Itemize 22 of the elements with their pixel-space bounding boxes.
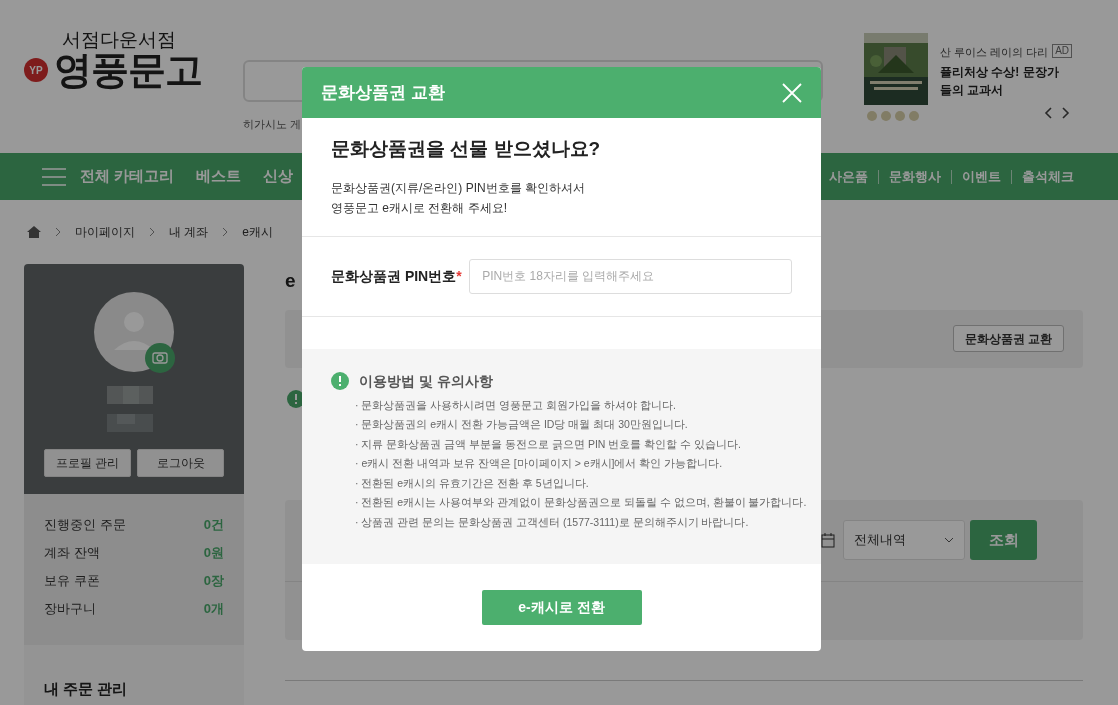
notice-item: · 전환된 e캐시는 사용여부와 관계없이 문화상품권으로 되돌릴 수 없으며, 환불이 불가합니다. xyxy=(355,495,807,510)
page-title: e xyxy=(285,269,296,293)
section-title: 내 주문 관리 xyxy=(44,680,128,697)
logo-tagline: 서점다운서점 xyxy=(62,30,177,49)
description-line: 문화상품권(지류/온라인) PIN번호를 확인하셔서 xyxy=(331,179,586,197)
description-line: 영풍문고 e캐시로 전환해 주세요! xyxy=(331,199,508,217)
notice-item: · 문화상품권을 사용하시려면 영풍문고 회원가입을 하셔야 합니다. xyxy=(355,397,676,413)
notice-title: 이용방법 및 유의사항 xyxy=(359,371,493,391)
stat-label: 계좌 잔액 xyxy=(44,543,100,562)
stat-label: 보유 쿠폰 xyxy=(44,571,100,590)
stat-label: 진행중인 주문 xyxy=(44,515,126,534)
notice-item: · 지류 문화상품권 금액 부분을 동전으로 긁으면 PIN 번호를 확인할 수 있습니다. xyxy=(355,436,741,452)
notice-item: · 문화상품권의 e캐시 전환 가능금액은 ID당 매월 최대 30만원입니다. xyxy=(355,417,688,432)
notice-item: · 상품권 관련 문의는 문화상품권 고객센터 (1577-3111)로 문의해주시기 바랍니다. xyxy=(355,514,749,530)
notice-item: · e캐시 전환 내역과 보유 잔액은 [마이페이지 > e캐시]에서 확인 가능합니다. xyxy=(355,456,723,471)
ad-badge: AD xyxy=(1052,44,1073,58)
dialog-heading: 문화상품권을 선물 받으셨나요? xyxy=(331,137,602,161)
notice-item: · 전환된 e캐시의 유효기간은 전환 후 5년입니다. xyxy=(355,475,589,491)
pin-label: 문화상품권 PIN번호 xyxy=(331,266,457,286)
dialog-title: 문화상품권 교환 xyxy=(321,81,445,104)
required-mark: * xyxy=(456,266,462,286)
stat-label: 장바구니 xyxy=(44,599,96,618)
